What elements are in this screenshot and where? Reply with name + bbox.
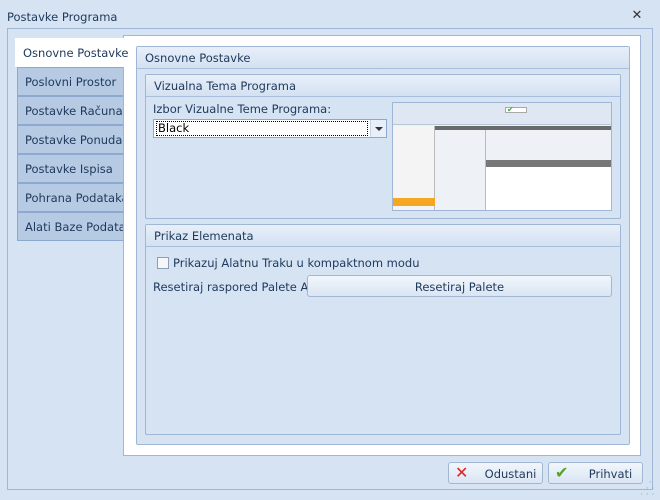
cancel-button[interactable]: ✕ Odustani (448, 462, 543, 484)
chevron-down-icon[interactable] (370, 120, 386, 137)
tab-postavke-racuna[interactable]: Postavke Računa (17, 96, 124, 125)
tab-postavke-ispisa[interactable]: Postavke Ispisa (17, 154, 124, 183)
theme-select-value: Black (156, 121, 368, 136)
accept-button[interactable]: ✔ Prihvati (548, 462, 643, 484)
tab-pohrana-podataka[interactable]: Pohrana Podataka (17, 183, 129, 212)
cancel-label: Odustani (484, 467, 537, 481)
theme-preview-image: ✔ (392, 102, 612, 211)
tab-poslovni-prostor[interactable]: Poslovni Prostor (17, 67, 124, 96)
close-icon[interactable]: ✕ (630, 9, 644, 23)
theme-select[interactable]: Black (153, 119, 387, 138)
close-icon: ✕ (455, 463, 469, 482)
group-title: Osnovne Postavke (137, 47, 629, 69)
accept-label: Prihvati (588, 467, 633, 481)
resize-grip-icon[interactable]: · · · · · · (640, 479, 654, 500)
reset-palette-label: Resetiraj raspored Palete Alata (153, 280, 331, 294)
group-title: Vizualna Tema Programa (146, 75, 620, 97)
reset-palette-button[interactable]: Resetiraj Palete (307, 275, 612, 297)
check-icon: ✔ (555, 463, 569, 482)
tab-osnovne-postavke[interactable]: Osnovne Postavke (15, 38, 128, 67)
group-title: Prikaz Elemenata (146, 225, 620, 247)
window-title: Postavke Programa (7, 10, 118, 24)
tab-postavke-ponuda[interactable]: Postavke Ponuda (17, 125, 124, 154)
compact-toolbar-label: Prikazuj Alatnu Traku u kompaktnom modu (173, 256, 420, 270)
theme-label: Izbor Vizualne Teme Programa: (153, 102, 332, 116)
compact-toolbar-checkbox[interactable] (157, 257, 169, 269)
tab-alati-baze-podataka[interactable]: Alati Baze Podataka (17, 212, 139, 241)
